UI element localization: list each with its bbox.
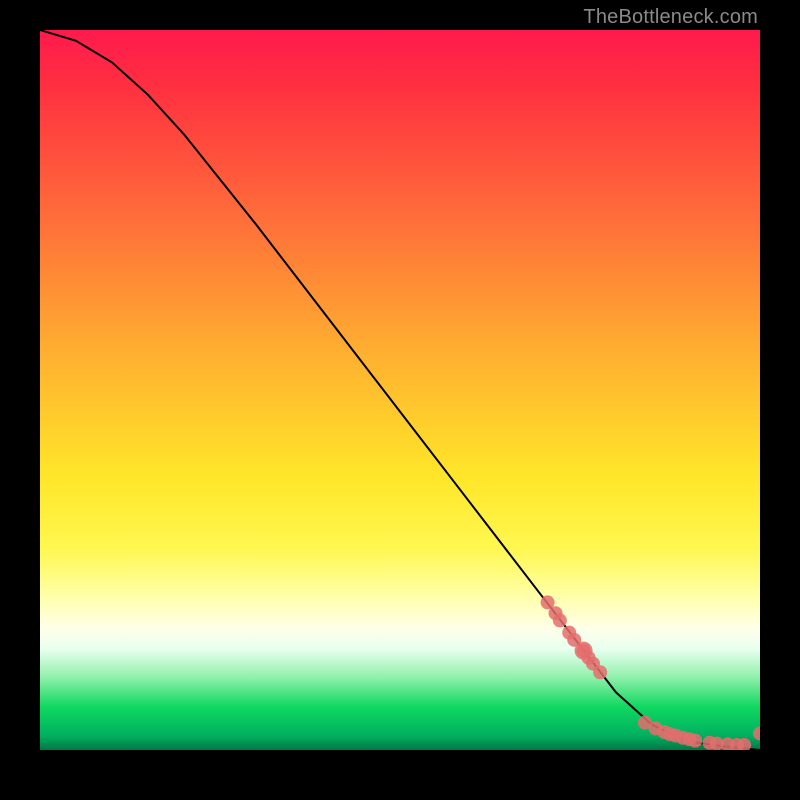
data-point [553,613,567,627]
curve-line [40,30,760,750]
data-point [593,665,607,679]
watermark-text: TheBottleneck.com [583,6,758,29]
chart-svg [40,30,760,750]
data-point [688,734,702,748]
chart-frame: TheBottleneck.com [0,0,800,800]
plot-area [40,30,760,750]
data-point [753,726,760,740]
data-point [575,642,593,660]
